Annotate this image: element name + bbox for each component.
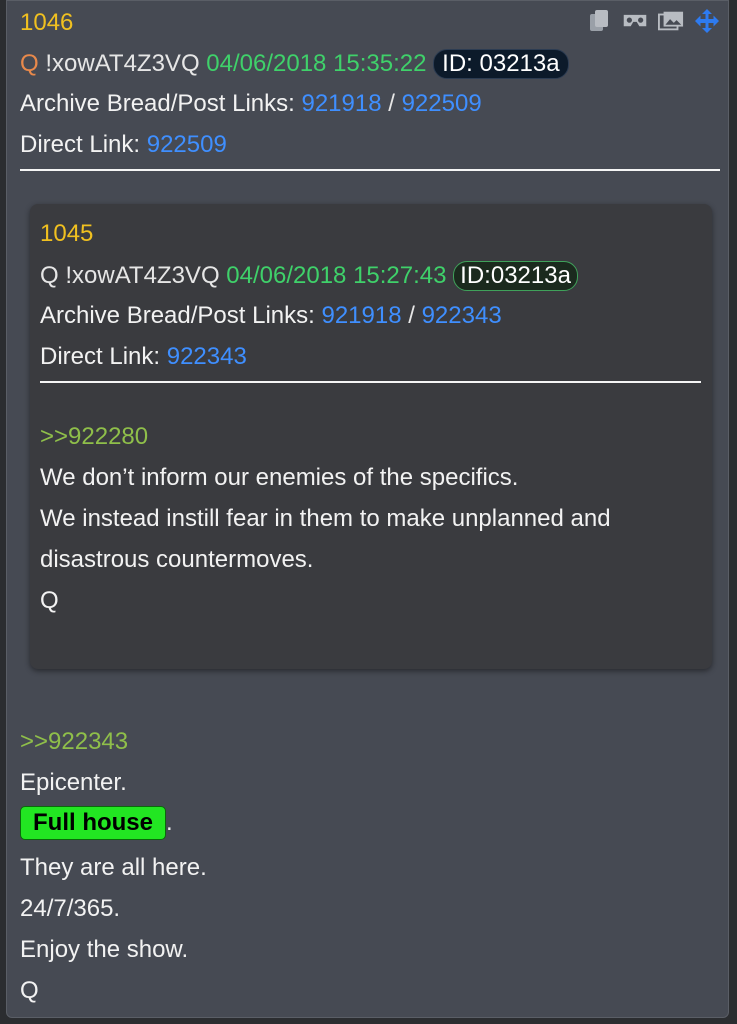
body-line: They are all here.	[20, 854, 207, 881]
archive-link-post[interactable]: 922509	[402, 90, 482, 117]
full-house-highlight: Full house	[20, 806, 166, 840]
body-line: 24/7/365.	[20, 895, 121, 922]
poster-name: Q	[20, 50, 39, 77]
post-datetime: 04/06/2018 15:35:22	[206, 50, 427, 77]
archive-label: Archive Bread/Post Links:	[20, 90, 295, 117]
highlight-suffix: .	[166, 809, 173, 836]
quoted-archive-link-post[interactable]: 922343	[422, 302, 502, 329]
archive-links-row: Archive Bread/Post Links: 921918 / 92250…	[20, 90, 482, 118]
signature: Q	[20, 977, 39, 1004]
quoted-body-line: disastrous countermoves.	[40, 546, 314, 573]
move-icon[interactable]	[694, 9, 720, 33]
header-divider	[20, 169, 720, 171]
quoted-signature: Q	[40, 587, 59, 614]
quoted-poster-name: Q	[40, 262, 59, 289]
quoted-reply-link[interactable]: >>922280	[40, 423, 148, 451]
direct-link-label: Direct Link:	[20, 131, 141, 158]
quoted-direct-link-row: Direct Link: 922343	[40, 343, 247, 371]
quoted-post-datetime: 04/06/2018 15:27:43	[226, 262, 447, 289]
quoted-body-line: We don’t inform our enemies of the speci…	[40, 464, 519, 491]
quoted-header-divider	[40, 381, 701, 383]
quoted-direct-link-label: Direct Link:	[40, 343, 161, 370]
quoted-archive-label: Archive Bread/Post Links:	[40, 302, 315, 329]
quoted-poster-id-badge[interactable]: ID:03213a	[453, 261, 578, 291]
quoted-direct-link[interactable]: 922343	[167, 343, 247, 370]
copy-icon[interactable]	[586, 9, 612, 33]
poster-id-badge[interactable]: ID: 03213a	[433, 49, 569, 79]
tripcode: !xowAT4Z3VQ	[45, 50, 200, 77]
post-header: Q !xowAT4Z3VQ 04/06/2018 15:35:22 ID: 03…	[20, 49, 569, 79]
body-line: Epicenter.	[20, 769, 127, 796]
vr-glasses-icon[interactable]	[622, 9, 648, 33]
separator: /	[388, 90, 395, 117]
quoted-archive-link-bread[interactable]: 921918	[321, 302, 401, 329]
quoted-archive-links-row: Archive Bread/Post Links: 921918 / 92234…	[40, 302, 502, 330]
post-card: 1046 Q !xowAT4Z3VQ 04/06/2018 15:35:22 I…	[6, 0, 729, 1018]
quoted-body-line: We instead instill fear in them to make …	[40, 505, 611, 532]
quoted-post: 1045 Q !xowAT4Z3VQ 04/06/2018 15:27:43 I…	[30, 204, 712, 669]
separator: /	[408, 302, 415, 329]
quoted-post-number: 1045	[40, 220, 94, 247]
post-number: 1046	[20, 9, 74, 36]
body-line: Enjoy the show.	[20, 936, 189, 963]
archive-link-bread[interactable]: 921918	[301, 90, 381, 117]
image-gallery-icon[interactable]	[658, 9, 684, 33]
post-toolbar	[586, 9, 720, 33]
highlight-line: Full house.	[20, 806, 173, 840]
quoted-tripcode: !xowAT4Z3VQ	[65, 262, 220, 289]
quoted-post-header: Q !xowAT4Z3VQ 04/06/2018 15:27:43 ID:032…	[40, 261, 578, 291]
direct-link[interactable]: 922509	[147, 131, 227, 158]
reply-link[interactable]: >>922343	[20, 728, 128, 756]
direct-link-row: Direct Link: 922509	[20, 131, 227, 159]
